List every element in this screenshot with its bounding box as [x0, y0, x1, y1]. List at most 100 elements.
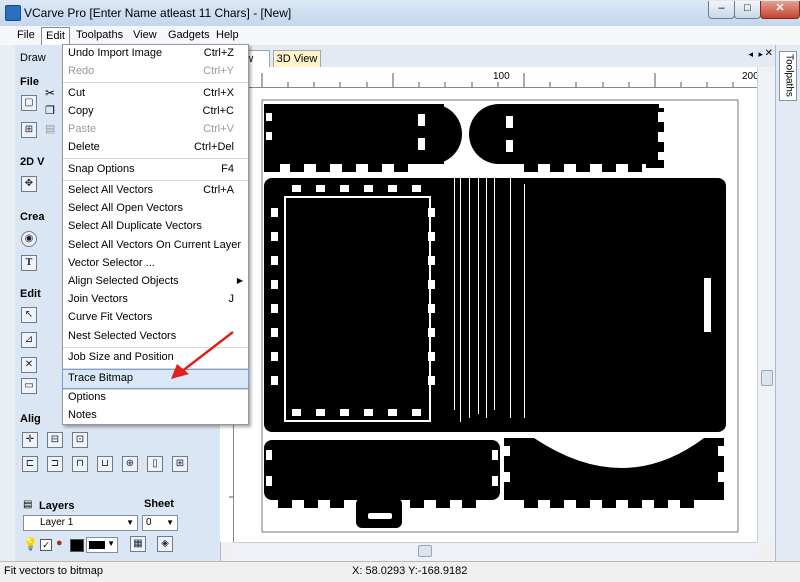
align-left-icon[interactable]: ⊏	[22, 456, 38, 472]
text-tool-icon[interactable]: T	[21, 255, 37, 271]
sheet-heading: Sheet	[144, 498, 174, 510]
submenu-arrow-icon: ▶	[236, 276, 243, 285]
align-section-heading: Alig	[20, 413, 41, 425]
job-setup-icon[interactable]: ⊞	[21, 122, 37, 138]
sheet-select[interactable]: 0 ▼	[142, 515, 178, 531]
menu-item-copy[interactable]: Copy Ctrl+C	[63, 103, 248, 121]
menu-item-curve-fit-vectors[interactable]: Curve Fit Vectors	[63, 309, 248, 327]
tab-close-icon[interactable]: ✕	[765, 48, 773, 59]
menu-separator	[63, 158, 248, 159]
menu-separator	[63, 82, 248, 83]
menu-item-redo[interactable]: Redo Ctrl+Y	[63, 63, 248, 81]
scissors-icon: ✂	[45, 86, 56, 100]
align-top-icon[interactable]: ⊓	[72, 456, 88, 472]
new-file-icon[interactable]: ▢	[21, 95, 37, 111]
menu-bar: File Edit Toolpaths View Gadgets Help	[0, 26, 800, 46]
menu-toolpaths[interactable]: Toolpaths	[76, 29, 123, 41]
menu-item-select-all-vectors[interactable]: Select All Vectors Ctrl+A	[63, 182, 248, 200]
horizontal-scroll-thumb[interactable]	[418, 545, 432, 557]
chevron-down-icon: ▼	[166, 518, 174, 527]
app-icon	[5, 5, 21, 21]
menu-item-delete[interactable]: Delete Ctrl+Del	[63, 139, 248, 157]
drawing-canvas[interactable]	[234, 88, 757, 542]
title-bar: VCarve Pro [Enter Name atleast 11 Chars]…	[0, 0, 800, 27]
menu-separator	[63, 180, 248, 181]
menu-item-paste[interactable]: Paste Ctrl+V	[63, 121, 248, 139]
menu-view[interactable]: View	[133, 29, 157, 41]
layers-icon: ▤	[23, 499, 33, 510]
ruler-horizontal: 100 200	[233, 67, 759, 88]
align-horizontal-icon[interactable]: ⊟	[47, 432, 63, 448]
menu-item-snap-options[interactable]: Snap Options F4	[63, 161, 248, 179]
close-button[interactable]: ✕	[760, 1, 800, 19]
menu-item-select-vectors-current-layer[interactable]: Select All Vectors On Current Layer	[63, 237, 248, 255]
align-bottom-icon[interactable]: ⊔	[97, 456, 113, 472]
toolpaths-tab[interactable]: Toolpaths	[779, 51, 797, 101]
vertical-scroll-thumb[interactable]	[761, 370, 773, 386]
right-dock-strip: Toolpaths	[775, 45, 800, 565]
layer-select-value: Layer 1	[40, 517, 74, 528]
chevron-down-icon: ▼	[107, 539, 115, 548]
layer-color-swatch[interactable]	[70, 539, 84, 552]
minimize-button[interactable]: –	[708, 1, 735, 19]
menu-item-select-open-vectors[interactable]: Select All Open Vectors	[63, 200, 248, 218]
layers-heading: Layers	[39, 500, 75, 512]
ruler-label-100: 100	[493, 71, 510, 82]
annotation-arrow	[171, 331, 234, 379]
left-dock-strip	[0, 45, 16, 565]
menu-file[interactable]: File	[17, 29, 35, 41]
drawing-tab-label[interactable]: Draw	[20, 52, 46, 64]
copy-icon: ❐	[45, 105, 55, 117]
vertical-scrollbar[interactable]	[757, 67, 775, 542]
align-center-v-icon[interactable]: ▯	[147, 456, 163, 472]
menu-item-undo[interactable]: Undo Import Image Ctrl+Z	[63, 45, 248, 63]
menu-help[interactable]: Help	[216, 29, 239, 41]
move-view-icon[interactable]: ✥	[21, 176, 37, 192]
layer-select[interactable]: Layer 1 ▼	[23, 515, 138, 531]
layer-properties-icon[interactable]: ▦	[130, 536, 146, 552]
menu-item-options[interactable]: Options	[63, 389, 248, 407]
sheet-select-value: 0	[146, 517, 152, 528]
status-message: Fit vectors to bitmap	[4, 565, 104, 577]
align-vertical-icon[interactable]: ⊡	[72, 432, 88, 448]
menu-item-notes[interactable]: Notes	[63, 407, 248, 425]
tab-scroll-left-icon[interactable]: ◂	[748, 49, 753, 60]
node-edit-icon[interactable]: ⊿	[21, 332, 37, 348]
visibility-checkbox[interactable]: ✓	[40, 539, 52, 551]
part-top-right	[469, 104, 664, 172]
horizontal-scrollbar[interactable]	[233, 542, 758, 559]
chevron-down-icon: ▼	[126, 518, 134, 527]
toolpaths-tab-label: Toolpaths	[783, 54, 795, 97]
menu-item-join-vectors[interactable]: Join Vectors J	[63, 291, 248, 309]
align-page-icon[interactable]: ⊞	[172, 456, 188, 472]
align-right-icon[interactable]: ⊐	[47, 456, 63, 472]
menu-item-cut[interactable]: Cut Ctrl+X	[63, 85, 248, 103]
circle-tool-icon[interactable]: ◉	[21, 231, 37, 247]
part-top-left	[264, 104, 462, 172]
maximize-button[interactable]: □	[734, 1, 761, 19]
menu-item-align-selected-objects[interactable]: Align Selected Objects ▶	[63, 273, 248, 291]
tab-scroll-right-icon[interactable]: ▸	[758, 49, 763, 60]
align-center-h-icon[interactable]: ⊕	[122, 456, 138, 472]
menu-item-vector-selector[interactable]: Vector Selector ...	[63, 255, 248, 273]
paste-icon: ▤	[45, 123, 56, 135]
edit-section-heading: Edit	[20, 288, 41, 300]
lock-icon[interactable]: ●	[56, 537, 63, 549]
status-bar: Fit vectors to bitmap X: 58.0293 Y:-168.…	[0, 561, 800, 582]
tab-3d-view[interactable]: 3D View	[273, 50, 321, 67]
layer-tools-icon[interactable]: ◈	[157, 536, 173, 552]
group-icon[interactable]: ▭	[21, 378, 37, 394]
menu-gadgets[interactable]: Gadgets	[168, 29, 210, 41]
select-tool-icon[interactable]: ↖	[21, 307, 37, 323]
align-center-icon[interactable]: ✛	[22, 432, 38, 448]
menu-item-select-duplicate-vectors[interactable]: Select All Duplicate Vectors	[63, 218, 248, 236]
2d-view-section-heading: 2D V	[20, 156, 45, 168]
cursor-coordinates: X: 58.0293 Y:-168.9182	[352, 565, 468, 577]
window-title: VCarve Pro [Enter Name atleast 11 Chars]…	[24, 6, 292, 20]
transform-icon[interactable]: ✕	[21, 357, 37, 373]
vector-drawing	[261, 99, 739, 533]
view-tabs: iew 3D View ◂ ▸ ✕	[220, 45, 775, 68]
menu-edit[interactable]: Edit	[41, 27, 70, 45]
lightbulb-icon[interactable]: 💡	[23, 537, 38, 551]
layer-color-dropdown[interactable]: ▼	[86, 537, 118, 553]
